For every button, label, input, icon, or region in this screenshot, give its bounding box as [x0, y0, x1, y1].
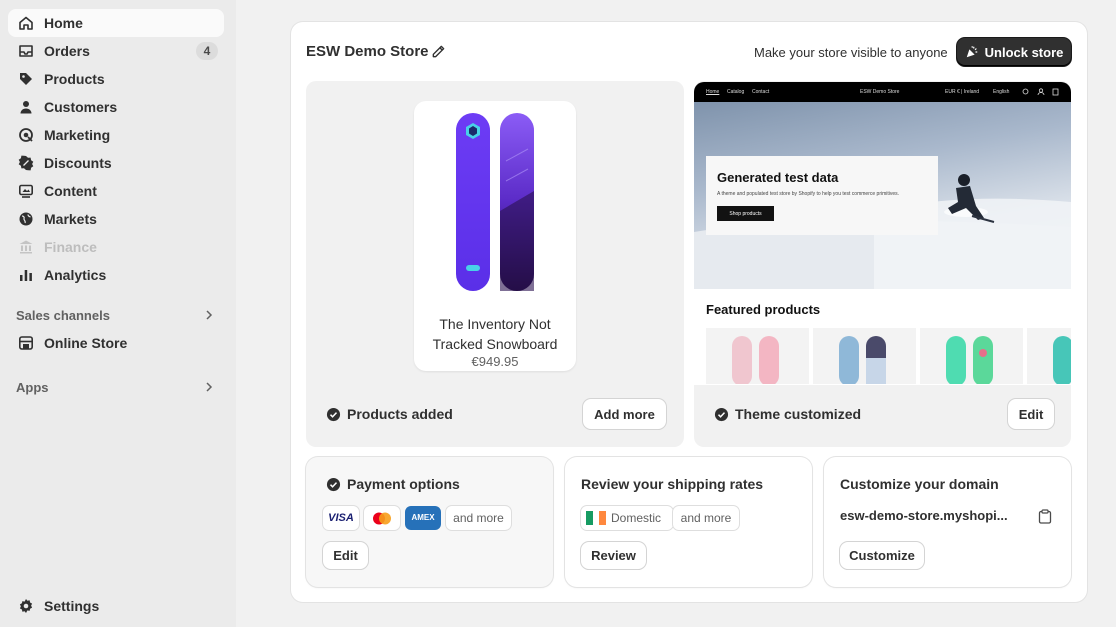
orders-icon: [18, 43, 34, 59]
clipboard-icon[interactable]: [1038, 509, 1052, 524]
check-circle-icon: [714, 407, 729, 421]
products-status-label: Products added: [347, 406, 453, 422]
domestic-label: Domestic: [611, 511, 662, 525]
party-icon: [966, 46, 977, 58]
visibility-text: Make your store visible to anyone: [754, 45, 948, 60]
featured-product-tile: [813, 328, 916, 386]
theme-status: Theme customized: [714, 406, 861, 422]
sidebar-item-label: Markets: [44, 211, 97, 227]
sidebar-item-analytics[interactable]: Analytics: [8, 261, 224, 289]
discount-icon: [18, 155, 34, 171]
store-icon: [18, 335, 34, 351]
sidebar-item-label: Content: [44, 183, 97, 199]
sidebar-item-label: Analytics: [44, 267, 107, 283]
shipping-title: Review your shipping rates: [581, 476, 764, 492]
sidebar-item-markets[interactable]: Markets: [8, 205, 224, 233]
theme-nav-link: Catalog: [727, 89, 745, 95]
product-price: €949.95: [471, 354, 519, 369]
featured-product-tile: [1027, 328, 1073, 386]
sidebar-item-customers[interactable]: Customers: [8, 93, 224, 121]
mastercard-icon: [364, 506, 400, 530]
chevron-right-icon: [206, 382, 213, 392]
chart-icon: [18, 267, 34, 283]
sidebar-item-label: Online Store: [44, 335, 128, 351]
theme-nav-link: Home: [706, 89, 720, 95]
person-icon: [18, 99, 34, 115]
payment-title: Payment options: [347, 476, 460, 492]
theme-hero-title: Generated test data: [717, 170, 839, 185]
amex-icon: AMEX: [405, 506, 441, 530]
tag-icon: [18, 71, 34, 87]
edit-payment-button[interactable]: Edit: [323, 542, 368, 569]
sidebar-item-products[interactable]: Products: [8, 65, 224, 93]
check-circle-icon: [326, 407, 341, 421]
theme-nav-currency: EUR € | Ireland: [945, 89, 980, 95]
theme-hero-subtitle: A theme and populated test store by Shop…: [717, 191, 900, 197]
target-icon: [18, 127, 34, 143]
visa-icon: VISA: [323, 506, 359, 530]
sidebar-item-orders[interactable]: Orders 4: [8, 37, 224, 65]
edit-theme-button[interactable]: Edit: [1008, 399, 1054, 429]
sidebar-item-label: Products: [44, 71, 105, 87]
sidebar-item-label: Home: [44, 15, 83, 31]
domain-name: esw-demo-store.myshopi...: [840, 508, 1008, 523]
featured-product-tile: [706, 328, 809, 386]
sidebar-item-label: Finance: [44, 239, 97, 255]
theme-nav-brand: ESW Demo Store: [860, 89, 900, 95]
unlock-store-label: Unlock store: [984, 44, 1064, 60]
apps-header[interactable]: Apps: [16, 377, 216, 397]
orders-count-badge: 4: [196, 42, 218, 60]
theme-featured-title: Featured products: [706, 302, 821, 317]
theme-hero-button: Shop products: [717, 206, 774, 221]
featured-product-tile: [920, 328, 1023, 386]
sidebar-item-home[interactable]: Home: [8, 9, 224, 37]
globe-icon: [18, 211, 34, 227]
check-circle-icon: [326, 477, 341, 491]
theme-nav-language: English: [993, 89, 1010, 95]
review-shipping-button[interactable]: Review: [581, 542, 646, 569]
payment-status: Payment options: [326, 476, 460, 492]
sidebar-item-settings[interactable]: Settings: [8, 592, 224, 620]
content-icon: [18, 183, 34, 199]
sidebar-item-content[interactable]: Content: [8, 177, 224, 205]
ireland-flag-icon: [586, 511, 606, 525]
sidebar-item-label: Marketing: [44, 127, 111, 143]
domestic-chip: Domestic: [581, 506, 673, 530]
sidebar-item-discounts[interactable]: Discounts: [8, 149, 224, 177]
sidebar: Home Orders 4 Products Customers Marketi…: [0, 0, 236, 627]
add-more-button[interactable]: Add more: [583, 399, 666, 429]
bank-icon: [18, 239, 34, 255]
theme-nav-icons: [1022, 88, 1059, 96]
snowboard-image: [456, 113, 534, 291]
shipping-more: and more: [673, 506, 739, 530]
sidebar-item-label: Settings: [44, 598, 100, 614]
unlock-store-button[interactable]: Unlock store: [957, 38, 1071, 66]
sidebar-item-finance[interactable]: Finance: [8, 233, 224, 261]
gear-icon: [18, 598, 34, 614]
theme-status-label: Theme customized: [735, 406, 862, 422]
products-status: Products added: [326, 406, 453, 422]
sidebar-item-label: Customers: [44, 99, 118, 115]
home-icon: [18, 15, 34, 31]
sidebar-item-online-store[interactable]: Online Store: [8, 329, 224, 357]
product-name: The Inventory Not Tracked Snowboard: [432, 316, 558, 352]
store-title: ESW Demo Store: [306, 43, 429, 60]
chevron-right-icon: [206, 310, 213, 320]
sales-channels-label: Sales channels: [16, 307, 110, 323]
theme-nav-link: Contact: [752, 89, 770, 95]
sidebar-item-label: Discounts: [44, 155, 112, 171]
domain-title: Customize your domain: [840, 476, 999, 492]
sidebar-item-label: Orders: [44, 43, 90, 59]
sales-channels-header[interactable]: Sales channels: [16, 305, 216, 325]
apps-label: Apps: [16, 379, 49, 395]
sidebar-item-marketing[interactable]: Marketing: [8, 121, 224, 149]
payment-more: and more: [446, 506, 511, 530]
pencil-icon[interactable]: [431, 44, 446, 59]
customize-domain-button[interactable]: Customize: [840, 542, 924, 569]
